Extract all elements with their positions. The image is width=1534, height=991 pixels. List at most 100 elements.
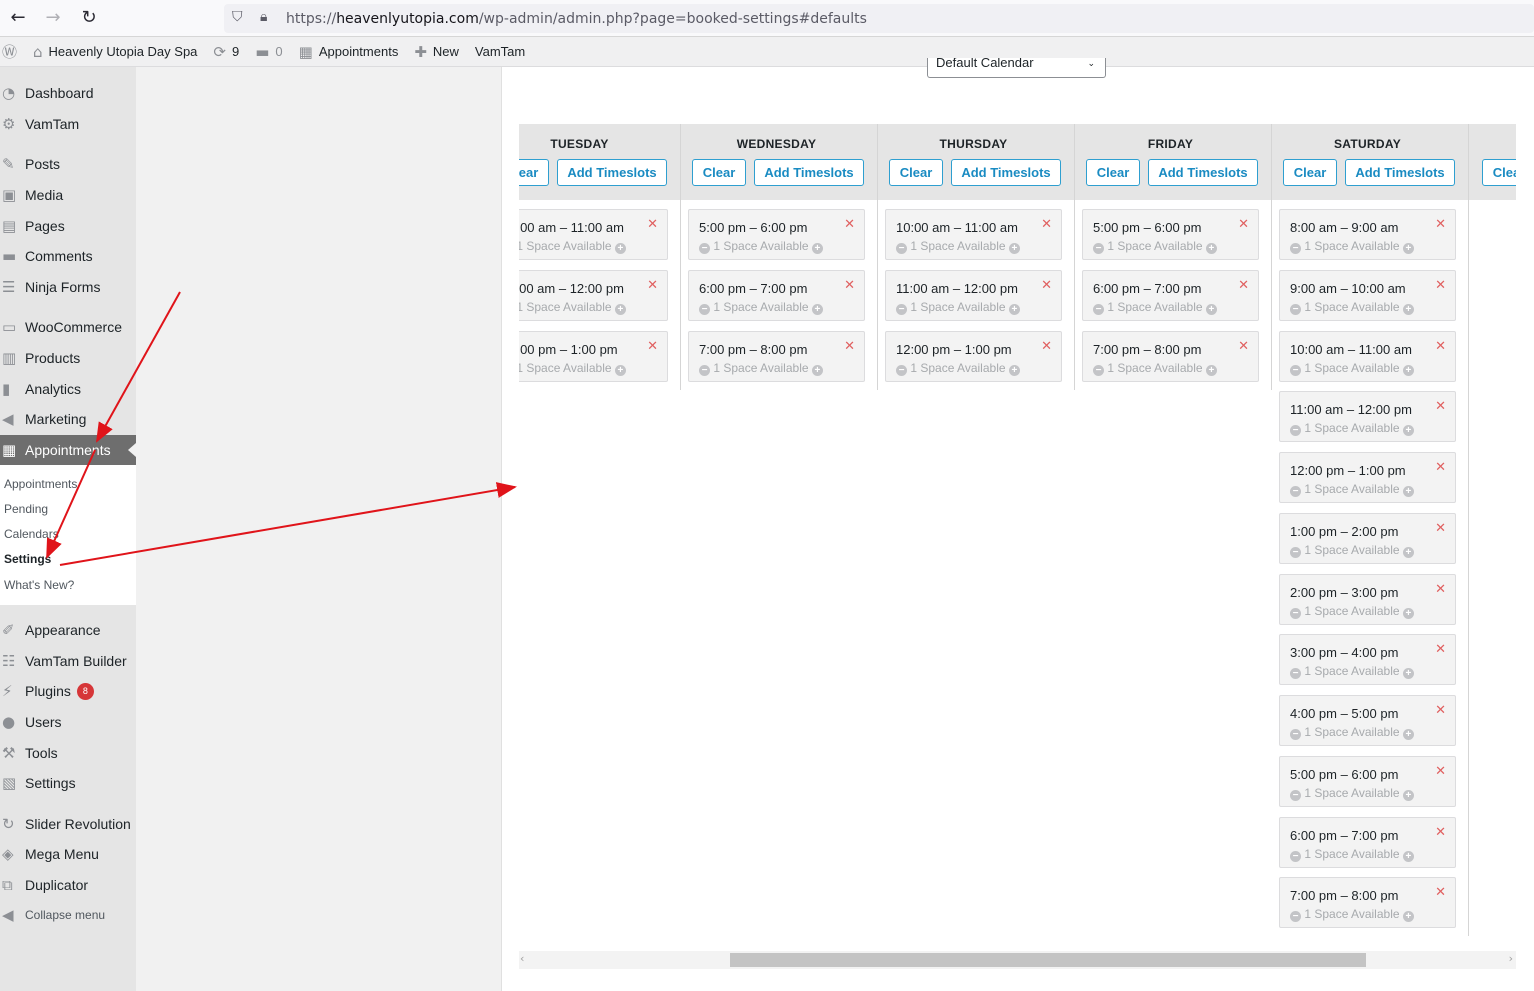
delete-timeslot-icon[interactable]: ✕ bbox=[1238, 339, 1249, 354]
increase-space-icon[interactable]: + bbox=[1008, 304, 1020, 315]
decrease-space-icon[interactable]: − bbox=[699, 365, 710, 376]
clear-button[interactable]: Clear bbox=[519, 159, 549, 186]
reload-icon[interactable]: ↻ bbox=[79, 8, 99, 28]
increase-space-icon[interactable]: + bbox=[614, 243, 626, 254]
decrease-space-icon[interactable]: − bbox=[896, 243, 907, 254]
increase-space-icon[interactable]: + bbox=[811, 304, 823, 315]
decrease-space-icon[interactable]: − bbox=[1290, 425, 1301, 436]
delete-timeslot-icon[interactable]: ✕ bbox=[1435, 764, 1446, 779]
increase-space-icon[interactable]: + bbox=[1205, 304, 1217, 315]
increase-space-icon[interactable]: + bbox=[614, 304, 626, 315]
delete-timeslot-icon[interactable]: ✕ bbox=[1041, 278, 1052, 293]
increase-space-icon[interactable]: + bbox=[1205, 243, 1217, 254]
delete-timeslot-icon[interactable]: ✕ bbox=[1435, 217, 1446, 232]
delete-timeslot-icon[interactable]: ✕ bbox=[647, 217, 658, 232]
site-name-link[interactable]: ⌂ Heavenly Utopia Day Spa bbox=[25, 37, 205, 67]
collapse-menu-button[interactable]: ◀ Collapse menu bbox=[0, 900, 136, 930]
decrease-space-icon[interactable]: − bbox=[1290, 790, 1301, 801]
add-timeslots-button[interactable]: Add Timeslots bbox=[1345, 159, 1455, 186]
sidebar-item-mega-menu[interactable]: ◈ Mega Menu bbox=[0, 839, 136, 869]
add-timeslots-button[interactable]: Add Timeslots bbox=[1148, 159, 1258, 186]
delete-timeslot-icon[interactable]: ✕ bbox=[1435, 339, 1446, 354]
clear-button[interactable]: Clear bbox=[1283, 159, 1337, 186]
decrease-space-icon[interactable]: − bbox=[1290, 911, 1301, 922]
decrease-space-icon[interactable]: − bbox=[896, 304, 907, 315]
decrease-space-icon[interactable]: − bbox=[1290, 486, 1301, 497]
increase-space-icon[interactable]: + bbox=[1402, 243, 1414, 254]
decrease-space-icon[interactable]: − bbox=[699, 243, 710, 254]
submenu-item-calendars[interactable]: Calendars bbox=[4, 527, 59, 541]
delete-timeslot-icon[interactable]: ✕ bbox=[1435, 460, 1446, 475]
increase-space-icon[interactable]: + bbox=[1402, 911, 1414, 922]
appointments-link[interactable]: ▦ Appointments bbox=[291, 37, 407, 67]
delete-timeslot-icon[interactable]: ✕ bbox=[647, 278, 658, 293]
decrease-space-icon[interactable]: − bbox=[1290, 668, 1301, 679]
increase-space-icon[interactable]: + bbox=[1402, 486, 1414, 497]
delete-timeslot-icon[interactable]: ✕ bbox=[1238, 278, 1249, 293]
clear-button[interactable]: Clear bbox=[692, 159, 746, 186]
sidebar-item-plugins[interactable]: ⚡ Plugins 8 bbox=[0, 676, 136, 706]
calendar-select[interactable]: Default Calendar ⌄ bbox=[927, 58, 1106, 78]
sidebar-item-dashboard[interactable]: ◔ Dashboard bbox=[0, 78, 136, 108]
delete-timeslot-icon[interactable]: ✕ bbox=[1435, 703, 1446, 718]
clear-button[interactable]: Clear bbox=[1482, 159, 1516, 186]
forward-icon[interactable]: → bbox=[43, 8, 63, 28]
delete-timeslot-icon[interactable]: ✕ bbox=[647, 339, 658, 354]
delete-timeslot-icon[interactable]: ✕ bbox=[1435, 399, 1446, 414]
url-text[interactable]: https://heavenlyutopia.com/wp-admin/admi… bbox=[286, 11, 867, 27]
delete-timeslot-icon[interactable]: ✕ bbox=[1435, 885, 1446, 900]
increase-space-icon[interactable]: + bbox=[1402, 365, 1414, 376]
decrease-space-icon[interactable]: − bbox=[896, 365, 907, 376]
increase-space-icon[interactable]: + bbox=[1008, 243, 1020, 254]
decrease-space-icon[interactable]: − bbox=[699, 304, 710, 315]
back-icon[interactable]: ← bbox=[8, 8, 28, 28]
increase-space-icon[interactable]: + bbox=[1402, 304, 1414, 315]
decrease-space-icon[interactable]: − bbox=[1093, 365, 1104, 376]
comments-link[interactable]: ▬ 0 bbox=[247, 37, 290, 67]
clear-button[interactable]: Clear bbox=[889, 159, 943, 186]
delete-timeslot-icon[interactable]: ✕ bbox=[1238, 217, 1249, 232]
increase-space-icon[interactable]: + bbox=[614, 365, 626, 376]
scrollbar-thumb[interactable] bbox=[730, 953, 1366, 967]
increase-space-icon[interactable]: + bbox=[1008, 365, 1020, 376]
decrease-space-icon[interactable]: − bbox=[1290, 304, 1301, 315]
wp-logo-icon[interactable]: Ⓦ bbox=[0, 37, 25, 67]
delete-timeslot-icon[interactable]: ✕ bbox=[844, 278, 855, 293]
shield-icon[interactable]: ⛉ bbox=[232, 9, 243, 25]
submenu-item-pending[interactable]: Pending bbox=[4, 502, 48, 516]
delete-timeslot-icon[interactable]: ✕ bbox=[1435, 278, 1446, 293]
sidebar-item-analytics[interactable]: ▮ Analytics bbox=[0, 374, 136, 404]
vamtam-link[interactable]: VamTam bbox=[467, 37, 533, 67]
clear-button[interactable]: Clear bbox=[1086, 159, 1140, 186]
decrease-space-icon[interactable]: − bbox=[1093, 304, 1104, 315]
horizontal-scrollbar[interactable]: ‹ › bbox=[519, 951, 1516, 969]
submenu-item-appointments[interactable]: Appointments bbox=[4, 477, 77, 491]
sidebar-item-slider-revolution[interactable]: ↻ Slider Revolution bbox=[0, 809, 136, 839]
delete-timeslot-icon[interactable]: ✕ bbox=[1041, 339, 1052, 354]
sidebar-item-pages[interactable]: ▤ Pages bbox=[0, 211, 136, 241]
increase-space-icon[interactable]: + bbox=[811, 243, 823, 254]
decrease-space-icon[interactable]: − bbox=[1290, 729, 1301, 740]
add-timeslots-button[interactable]: Add Timeslots bbox=[951, 159, 1061, 186]
sidebar-item-comments[interactable]: ▬ Comments bbox=[0, 241, 136, 271]
sidebar-item-vamtam[interactable]: ⚙ VamTam bbox=[0, 109, 136, 139]
sidebar-item-duplicator[interactable]: ⧉ Duplicator bbox=[0, 870, 136, 900]
increase-space-icon[interactable]: + bbox=[1205, 365, 1217, 376]
increase-space-icon[interactable]: + bbox=[1402, 608, 1414, 619]
delete-timeslot-icon[interactable]: ✕ bbox=[1435, 825, 1446, 840]
sidebar-item-woocommerce[interactable]: ▭ WooCommerce bbox=[0, 312, 136, 342]
scroll-right-icon[interactable]: › bbox=[1509, 952, 1513, 965]
sidebar-item-products[interactable]: ▥ Products bbox=[0, 343, 136, 373]
sidebar-item-marketing[interactable]: ◀ Marketing bbox=[0, 404, 136, 434]
decrease-space-icon[interactable]: − bbox=[1290, 608, 1301, 619]
decrease-space-icon[interactable]: − bbox=[1290, 365, 1301, 376]
scroll-left-icon[interactable]: ‹ bbox=[520, 952, 524, 965]
decrease-space-icon[interactable]: − bbox=[1290, 243, 1301, 254]
sidebar-item-posts[interactable]: ✎ Posts bbox=[0, 149, 136, 179]
lock-icon[interactable]: 🔒︎ bbox=[260, 9, 267, 25]
increase-space-icon[interactable]: + bbox=[1402, 851, 1414, 862]
sidebar-item-ninja-forms[interactable]: ☰ Ninja Forms bbox=[0, 272, 136, 302]
decrease-space-icon[interactable]: − bbox=[1290, 547, 1301, 558]
delete-timeslot-icon[interactable]: ✕ bbox=[844, 217, 855, 232]
address-bar[interactable]: ⛉ 🔒︎ https://heavenlyutopia.com/wp-admin… bbox=[224, 4, 1534, 33]
